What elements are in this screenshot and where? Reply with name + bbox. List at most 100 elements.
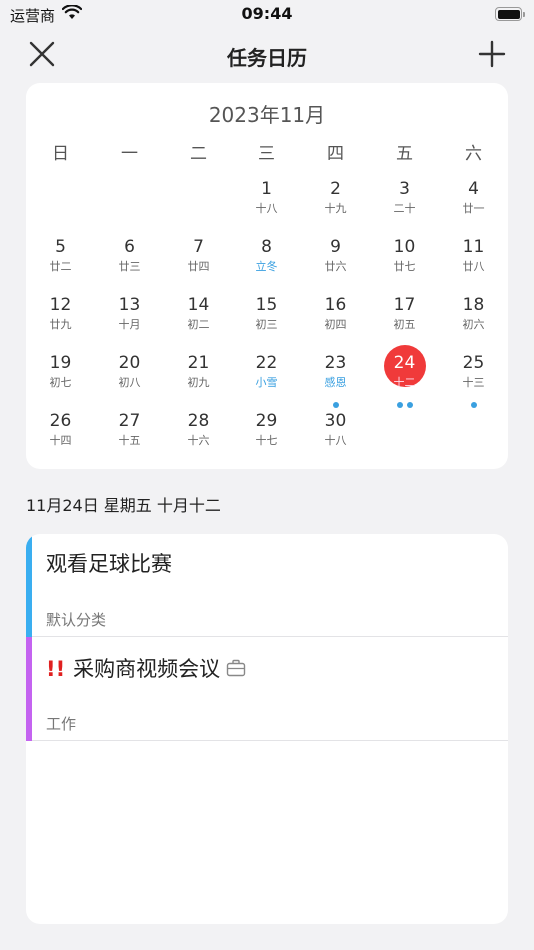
lunar-date: 二十 — [393, 202, 416, 215]
day-number: 28 — [187, 411, 210, 431]
day-number: 11 — [462, 237, 485, 257]
calendar-day-11[interactable]: 11 廿八 — [439, 237, 508, 295]
calendar-card: 2023年11月 日 一 二 三 四 五 六 1 十八 2 十九 3 二十 4 廿一 5 廿二 6 廿… — [26, 83, 508, 469]
day-number: 21 — [187, 353, 210, 373]
day-number: 2 — [330, 179, 341, 199]
lunar-date: 十四 — [49, 434, 72, 447]
calendar-day-18[interactable]: 18 初六 — [439, 295, 508, 353]
calendar-day-2[interactable]: 2 十九 — [301, 179, 370, 237]
day-number: 20 — [118, 353, 141, 373]
day-number: 19 — [49, 353, 72, 373]
calendar-day-6[interactable]: 6 廿三 — [95, 237, 164, 295]
day-number: 8 — [261, 237, 272, 257]
task-color-bar — [26, 637, 32, 741]
task-indicator-dots — [439, 393, 508, 408]
task-indicator-dots — [370, 393, 439, 408]
lunar-date: 初九 — [187, 376, 210, 389]
calendar-day-3[interactable]: 3 二十 — [370, 179, 439, 237]
task-category: 工作 — [46, 715, 77, 733]
calendar-day-4[interactable]: 4 廿一 — [439, 179, 508, 237]
lunar-date: 初四 — [324, 318, 347, 331]
lunar-date: 初三 — [255, 318, 278, 331]
calendar-day-21[interactable]: 21 初九 — [164, 353, 233, 411]
day-number: 1 — [261, 179, 272, 199]
task-title: !! 采购商视频会议 — [46, 653, 246, 683]
lunar-date: 廿四 — [187, 260, 210, 273]
lunar-date: 十六 — [187, 434, 210, 447]
calendar-day-12[interactable]: 12 廿九 — [26, 295, 95, 353]
calendar-day-13[interactable]: 13 十月 — [95, 295, 164, 353]
lunar-date: 初八 — [118, 376, 141, 389]
task-dot — [406, 402, 413, 408]
calendar-day-16[interactable]: 16 初四 — [301, 295, 370, 353]
calendar-day-5[interactable]: 5 廿二 — [26, 237, 95, 295]
nav-bar: 任务日历 — [0, 30, 534, 80]
day-number: 13 — [118, 295, 141, 315]
task-dot — [470, 402, 477, 408]
day-number: 4 — [468, 179, 479, 199]
calendar-day-7[interactable]: 7 廿四 — [164, 237, 233, 295]
day-number: 29 — [255, 411, 278, 431]
task-item[interactable]: 观看足球比赛 默认分类 — [26, 534, 508, 637]
task-indicator-dots — [301, 393, 370, 408]
day-number: 15 — [255, 295, 278, 315]
day-number: 9 — [330, 237, 341, 257]
calendar-day-22[interactable]: 22 小雪 — [232, 353, 301, 411]
calendar-day-1[interactable]: 1 十八 — [232, 179, 301, 237]
lunar-date: 十八 — [324, 434, 347, 447]
lunar-date: 十月 — [118, 318, 141, 331]
day-number: 17 — [393, 295, 416, 315]
lunar-date: 感恩 — [324, 376, 347, 389]
calendar-day-15[interactable]: 15 初三 — [232, 295, 301, 353]
lunar-date: 十九 — [324, 202, 347, 215]
battery-icon — [495, 7, 525, 21]
lunar-date: 廿一 — [462, 202, 485, 215]
add-task-button[interactable] — [478, 40, 506, 68]
calendar-day-9[interactable]: 9 廿六 — [301, 237, 370, 295]
lunar-date: 廿九 — [49, 318, 72, 331]
day-number: 18 — [462, 295, 485, 315]
calendar-day-30[interactable]: 30 十八 — [301, 411, 370, 469]
lunar-date: 十七 — [255, 434, 278, 447]
calendar-day-27[interactable]: 27 十五 — [95, 411, 164, 469]
page-title: 任务日历 — [227, 46, 307, 70]
lunar-date: 小雪 — [255, 376, 278, 389]
day-number: 24 — [393, 353, 416, 373]
day-number: 6 — [124, 237, 135, 257]
day-number: 5 — [55, 237, 66, 257]
task-list: 观看足球比赛 默认分类 !! 采购商视频会议 工作 — [26, 534, 508, 924]
selected-date-header: 11月24日 星期五 十月十二 — [26, 496, 221, 515]
calendar-day-19[interactable]: 19 初七 — [26, 353, 95, 411]
task-color-bar — [26, 534, 32, 637]
task-item[interactable]: !! 采购商视频会议 工作 — [26, 637, 508, 741]
calendar-day-20[interactable]: 20 初八 — [95, 353, 164, 411]
day-number: 3 — [399, 179, 410, 199]
lunar-date: 十二 — [393, 376, 416, 389]
divider — [32, 740, 508, 741]
calendar-day-29[interactable]: 29 十七 — [232, 411, 301, 469]
lunar-date: 初五 — [393, 318, 416, 331]
calendar-day-26[interactable]: 26 十四 — [26, 411, 95, 469]
day-number: 14 — [187, 295, 210, 315]
day-number: 27 — [118, 411, 141, 431]
lunar-date: 十五 — [118, 434, 141, 447]
calendar-day-8[interactable]: 8 立冬 — [232, 237, 301, 295]
day-number: 7 — [193, 237, 204, 257]
task-title: 观看足球比赛 — [46, 548, 172, 578]
calendar-day-23[interactable]: 23 感恩 — [301, 353, 370, 411]
calendar-day-24[interactable]: 24 十二 — [370, 345, 439, 411]
status-bar: 运营商 09:44 — [0, 0, 534, 30]
lunar-date: 初六 — [462, 318, 485, 331]
calendar-day-10[interactable]: 10 廿七 — [370, 237, 439, 295]
lunar-date: 廿二 — [49, 260, 72, 273]
day-number: 16 — [324, 295, 347, 315]
day-grid: 1 十八 2 十九 3 二十 4 廿一 5 廿二 6 廿三 7 廿四 8 立冬 9 廿六 10 廿七 11 廿八 12 廿九 1… — [26, 83, 508, 469]
lunar-date: 十三 — [462, 376, 485, 389]
lunar-date: 初七 — [49, 376, 72, 389]
task-dot — [332, 402, 339, 408]
lunar-date: 廿七 — [393, 260, 416, 273]
calendar-day-14[interactable]: 14 初二 — [164, 295, 233, 353]
task-title-text: 观看足球比赛 — [46, 552, 172, 576]
calendar-day-28[interactable]: 28 十六 — [164, 411, 233, 469]
calendar-day-25[interactable]: 25 十三 — [439, 353, 508, 411]
